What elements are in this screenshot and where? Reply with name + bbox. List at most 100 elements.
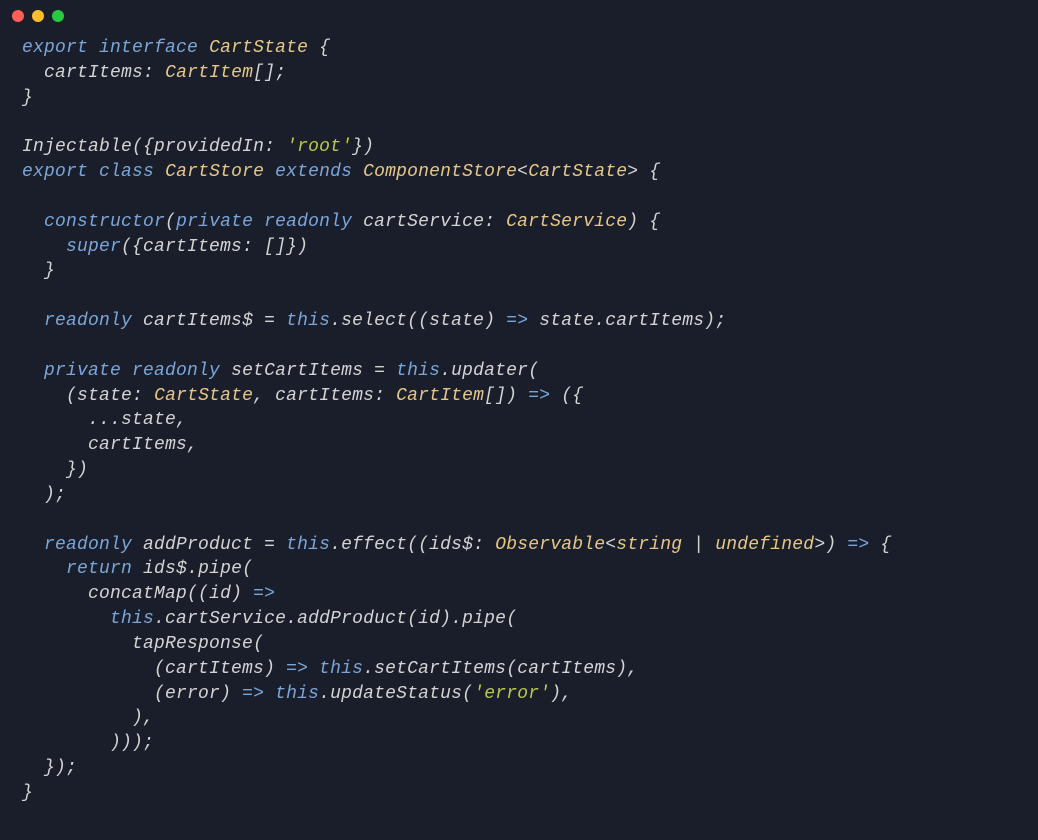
token-param: cartItems	[275, 386, 374, 406]
token-method: effect	[341, 535, 407, 555]
token-punc: ),	[616, 659, 638, 679]
code-line: super({cartItems: []})	[22, 235, 1016, 260]
code-line	[22, 110, 1016, 135]
token-punc: )	[264, 659, 286, 679]
token-method: pipe	[462, 609, 506, 629]
code-line: concatMap((id) =>	[22, 582, 1016, 607]
code-line: this.cartService.addProduct(id).pipe(	[22, 607, 1016, 632]
token-punc: (	[407, 609, 418, 629]
token-param: state	[77, 386, 132, 406]
token-punc: : []})	[242, 237, 308, 257]
token-punc: :	[132, 386, 154, 406]
token-punc: (	[506, 659, 517, 679]
code-line: });	[22, 756, 1016, 781]
token-str: 'error'	[473, 684, 550, 704]
token-type: Observable	[495, 535, 605, 555]
token-punc: (	[154, 684, 165, 704]
token-kw: =>	[847, 535, 869, 555]
token-punc: (	[165, 212, 176, 232]
token-punc: );	[44, 485, 66, 505]
token-prop: cartItems	[605, 311, 704, 331]
token-this: this	[319, 659, 363, 679]
token-kw: export	[22, 38, 88, 58]
token-punc: )));	[110, 733, 154, 753]
code-line: Injectable({providedIn: 'root'})	[22, 135, 1016, 160]
token-punc: })	[66, 460, 88, 480]
token-punc: [];	[253, 63, 286, 83]
token-kw: =>	[528, 386, 550, 406]
token-punc: )	[231, 584, 253, 604]
code-line: }	[22, 259, 1016, 284]
token-punc: });	[44, 758, 77, 778]
code-line: return ids$.pipe(	[22, 557, 1016, 582]
token-punc: })	[352, 137, 374, 157]
token-punc: ,	[187, 435, 198, 455]
token-prop: setCartItems	[231, 361, 363, 381]
token-param: ids$	[429, 535, 473, 555]
token-kw: =>	[242, 684, 264, 704]
token-punc: .	[440, 361, 451, 381]
token-type: CartState	[209, 38, 308, 58]
token-punc: (	[154, 659, 165, 679]
token-punc: <	[605, 535, 616, 555]
code-line: cartItems: CartItem[];	[22, 61, 1016, 86]
minimize-icon[interactable]	[32, 10, 44, 22]
token-kw: export	[22, 162, 88, 182]
token-type: CartState	[528, 162, 627, 182]
token-type: CartStore	[165, 162, 264, 182]
token-type: CartService	[506, 212, 627, 232]
maximize-icon[interactable]	[52, 10, 64, 22]
code-line: export interface CartState {	[22, 36, 1016, 61]
token-kw: private	[44, 361, 121, 381]
token-var: cartItems	[517, 659, 616, 679]
token-kw: class	[99, 162, 154, 182]
token-punc: ((	[407, 311, 429, 331]
code-line: export class CartStore extends Component…	[22, 160, 1016, 185]
token-punc: .	[154, 609, 165, 629]
token-punc: :	[374, 386, 396, 406]
token-punc: :	[264, 137, 286, 157]
token-this: this	[396, 361, 440, 381]
token-method: pipe	[198, 559, 242, 579]
token-punc: .	[594, 311, 605, 331]
token-punc: =	[264, 535, 286, 555]
token-this: this	[110, 609, 154, 629]
token-punc: .	[286, 609, 297, 629]
code-editor[interactable]: export interface CartState { cartItems: …	[0, 32, 1038, 828]
token-punc: ...	[88, 410, 121, 430]
token-type: ComponentStore	[363, 162, 517, 182]
token-punc: =	[374, 361, 396, 381]
token-punc: <	[517, 162, 528, 182]
token-punc: (	[528, 361, 539, 381]
token-kw: constructor	[44, 212, 165, 232]
token-param: cartService	[363, 212, 484, 232]
token-kw: interface	[99, 38, 198, 58]
token-type: CartItem	[396, 386, 484, 406]
token-punc: }	[22, 88, 33, 108]
code-line: (cartItems) => this.setCartItems(cartIte…	[22, 657, 1016, 682]
token-punc: )	[484, 311, 506, 331]
token-decor: Injectable	[22, 137, 132, 157]
token-kw: =>	[286, 659, 308, 679]
token-var: cartService	[165, 609, 286, 629]
token-prop: cartItems	[143, 237, 242, 257]
token-kw: readonly	[44, 311, 132, 331]
token-this: this	[286, 535, 330, 555]
code-line: ...state,	[22, 408, 1016, 433]
token-this: this	[286, 311, 330, 331]
close-icon[interactable]	[12, 10, 24, 22]
code-line: )));	[22, 731, 1016, 756]
code-line: readonly cartItems$ = this.select((state…	[22, 309, 1016, 334]
token-punc: (	[242, 559, 253, 579]
token-prop: cartItems	[44, 63, 143, 83]
token-punc: (	[462, 684, 473, 704]
token-method: updater	[451, 361, 528, 381]
token-prop: providedIn	[154, 137, 264, 157]
code-line: }	[22, 781, 1016, 806]
code-line	[22, 185, 1016, 210]
token-this: this	[275, 684, 319, 704]
token-kw: super	[66, 237, 121, 257]
token-punc: .	[363, 659, 374, 679]
token-punc: ({	[561, 386, 583, 406]
token-punc: ,	[176, 410, 187, 430]
